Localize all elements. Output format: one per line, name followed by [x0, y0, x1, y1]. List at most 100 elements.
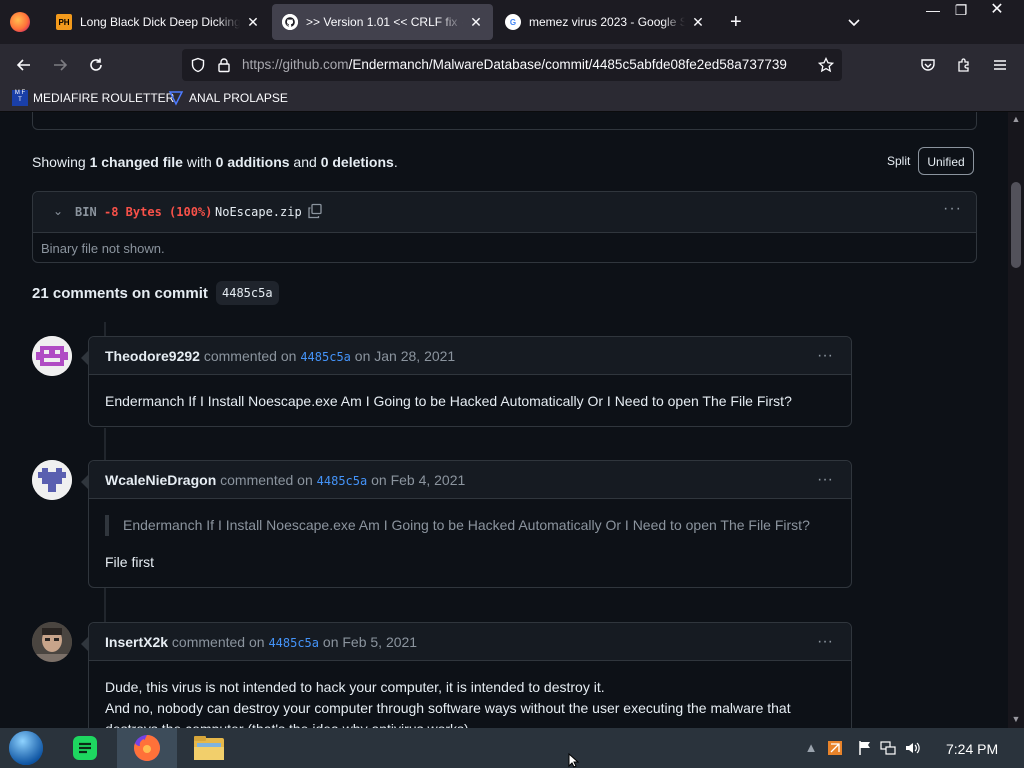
comment-date[interactable]: on Jan 28, 2021 [351, 348, 455, 364]
window-close-icon[interactable]: ✕ [980, 0, 1014, 22]
network-icon[interactable] [880, 740, 896, 756]
comment-body: Endermanch If I Install Noescape.exe Am … [89, 499, 851, 589]
firefox-icon[interactable] [117, 728, 177, 768]
commit-link[interactable]: 4485c5a [300, 350, 351, 364]
volume-icon[interactable] [904, 740, 920, 756]
tab-2[interactable]: >> Version 1.01 << CRLF fix · Er ✕ [272, 4, 493, 40]
unified-button[interactable]: Unified [918, 147, 974, 175]
timeline-line [104, 322, 106, 336]
comment-author[interactable]: Theodore9292 [105, 348, 200, 364]
bookmarks-toolbar: M FT MEDIAFIRE ROULETTER ANAL PROLAPSE [0, 86, 1024, 112]
bookmark-label: MEDIAFIRE ROULETTER [33, 91, 175, 105]
action-center-flag-icon[interactable] [857, 740, 873, 756]
comment-header: InsertX2k commented on 4485c5a on Feb 5,… [89, 623, 851, 661]
comment-author[interactable]: InsertX2k [105, 634, 168, 650]
chevron-down-icon[interactable]: ⌄ [53, 204, 63, 218]
tab-title: >> Version 1.01 << CRLF fix · Er [306, 15, 463, 29]
tab-1[interactable]: PH Long Black Dick Deep Dicking | ✕ [46, 4, 270, 40]
url-bar[interactable]: https://github.com/Endermanch/MalwareDat… [182, 49, 842, 81]
restore-icon[interactable]: ❐ [944, 0, 978, 22]
close-icon[interactable]: ✕ [469, 14, 483, 31]
file-name[interactable]: NoEscape.zip [215, 205, 302, 219]
binary-note: Binary file not shown. [41, 241, 165, 256]
split-button[interactable]: Split [879, 147, 918, 175]
comment-date[interactable]: on Feb 5, 2021 [319, 634, 417, 650]
comment-body: Endermanch If I Install Noescape.exe Am … [105, 393, 792, 409]
notes-app-icon[interactable] [62, 728, 108, 768]
new-tab-icon[interactable]: + [730, 12, 742, 32]
commit-link[interactable]: 4485c5a [268, 636, 319, 650]
size-change: -8 Bytes (100%) [104, 205, 213, 219]
url-text[interactable]: https://github.com/Endermanch/MalwareDat… [242, 57, 808, 72]
diff-view-toggle: Split Unified [879, 147, 974, 175]
ph-icon: PH [56, 14, 72, 30]
commit-info-box [32, 112, 977, 130]
timeline-line [104, 588, 106, 622]
timeline-line [104, 428, 106, 460]
diff-summary: Showing 1 changed file with 0 additions … [32, 154, 398, 170]
scrollbar-thumb[interactable] [1011, 182, 1021, 268]
bookmark-label: ANAL PROLAPSE [189, 91, 288, 105]
forward-icon[interactable] [49, 54, 71, 76]
page-scrollbar[interactable]: ▲ ▼ [1008, 112, 1024, 728]
firefox-view-icon[interactable] [10, 12, 30, 32]
extensions-icon[interactable] [956, 57, 972, 73]
comment-header: WcaleNieDragon commented on 4485c5a on F… [89, 461, 851, 499]
file-options-icon[interactable]: ··· [943, 200, 962, 218]
file-explorer-icon[interactable] [186, 728, 232, 768]
avatar[interactable] [32, 460, 72, 500]
tracking-protection-icon[interactable] [190, 57, 206, 73]
bookmark-star-icon[interactable] [818, 57, 834, 73]
url-path: /Endermanch/MalwareDatabase/commit/4485c… [348, 57, 787, 72]
reload-icon[interactable] [85, 54, 107, 76]
taskbar: ▲ 7:24 PM [0, 728, 1024, 768]
mouse-cursor-icon [568, 753, 580, 768]
comment-date[interactable]: on Feb 4, 2021 [367, 472, 465, 488]
menu-icon[interactable] [992, 57, 1008, 73]
file-header: ⌄ BIN -8 Bytes (100%) NoEscape.zip ··· [33, 192, 976, 233]
bookmark-icon [168, 91, 184, 106]
comment-header: Theodore9292 commented on 4485c5a on Jan… [89, 337, 851, 375]
comment: WcaleNieDragon commented on 4485c5a on F… [81, 460, 852, 589]
commit-sha-badge[interactable]: 4485c5a [216, 281, 279, 305]
comment: Theodore9292 commented on 4485c5a on Jan… [81, 336, 852, 427]
comment: InsertX2k commented on 4485c5a on Feb 5,… [81, 622, 852, 728]
comments-heading: 21 comments on commit [32, 285, 208, 302]
commit-link[interactable]: 4485c5a [317, 474, 368, 488]
avatar[interactable] [32, 336, 72, 376]
mediafire-icon: M FT [12, 90, 28, 106]
show-hidden-icons-icon[interactable]: ▲ [803, 740, 819, 756]
tab-strip: PH Long Black Dick Deep Dicking | ✕ >> V… [0, 0, 1024, 44]
url-host: https://github.com [242, 57, 349, 72]
tab-3[interactable]: G memez virus 2023 - Google Sea ✕ [495, 4, 715, 40]
bookmark-mediafire[interactable]: M FT MEDIAFIRE ROULETTER [12, 90, 174, 106]
comment-options-icon[interactable]: ··· [817, 461, 833, 499]
navigation-toolbar: https://github.com/Endermanch/MalwareDat… [0, 44, 1024, 86]
comment-body: Dude, this virus is not intended to hack… [105, 679, 791, 728]
lock-icon[interactable] [216, 57, 232, 73]
scroll-down-icon[interactable]: ▼ [1011, 714, 1021, 724]
start-orb-icon[interactable] [4, 728, 48, 768]
comment-options-icon[interactable]: ··· [817, 623, 833, 661]
list-all-tabs-icon[interactable] [846, 14, 862, 30]
file-diff: ⌄ BIN -8 Bytes (100%) NoEscape.zip ··· B… [32, 191, 977, 263]
taskbar-clock[interactable]: 7:24 PM [946, 741, 998, 757]
changed-files-count[interactable]: 1 changed file [90, 154, 183, 170]
bookmark-anal-prolapse[interactable]: ANAL PROLAPSE [168, 90, 288, 106]
comment-options-icon[interactable]: ··· [817, 337, 833, 375]
pocket-icon[interactable] [920, 57, 936, 73]
tray-app-icon[interactable] [827, 740, 843, 756]
close-icon[interactable]: ✕ [246, 14, 260, 31]
page-content: Showing 1 changed file with 0 additions … [0, 112, 1008, 728]
close-icon[interactable]: ✕ [691, 14, 705, 31]
scroll-up-icon[interactable]: ▲ [1011, 114, 1021, 124]
github-icon [282, 14, 298, 30]
google-icon: G [505, 14, 521, 30]
avatar[interactable] [32, 622, 72, 662]
back-icon[interactable] [13, 54, 35, 76]
tab-title: Long Black Dick Deep Dicking | [80, 15, 240, 29]
copy-icon[interactable] [307, 203, 323, 219]
comment-author[interactable]: WcaleNieDragon [105, 472, 216, 488]
tab-title: memez virus 2023 - Google Sea [529, 15, 685, 29]
binary-label: BIN [75, 205, 97, 219]
